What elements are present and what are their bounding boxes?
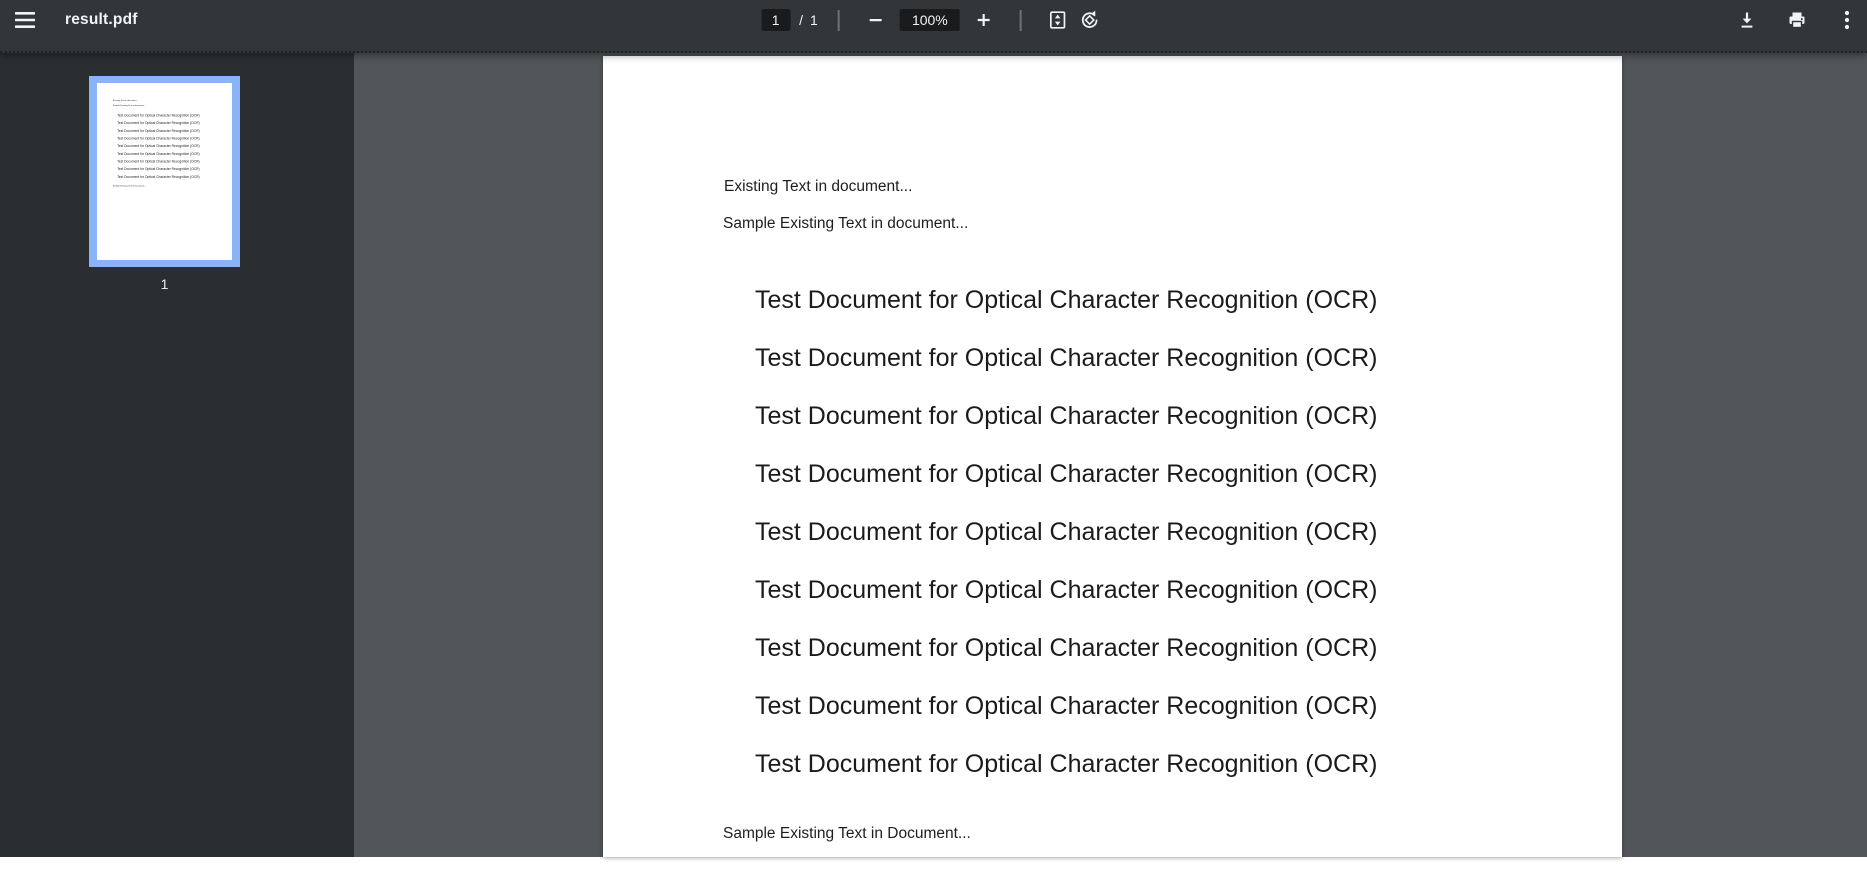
ocr-line: Test Document for Optical Character Reco… (755, 401, 1378, 430)
ocr-line: Test Document for Optical Character Reco… (117, 144, 200, 148)
ocr-line: Test Document for Optical Character Reco… (755, 343, 1378, 372)
hamburger-menu-icon (15, 12, 35, 28)
toolbar: result.pdf / 1 100% (0, 0, 1867, 53)
thumbnail-page-number: 1 (160, 276, 169, 292)
minus-icon (869, 19, 882, 22)
more-options-button[interactable] (1831, 4, 1863, 36)
toolbar-left-group: result.pdf (0, 4, 138, 36)
rotate-counterclockwise-icon (1082, 10, 1098, 28)
ocr-line: Test Document for Optical Character Reco… (755, 691, 1378, 720)
download-button[interactable] (1731, 4, 1763, 36)
main-area: Existing Text in document... Sample Exis… (0, 53, 1867, 857)
fit-to-page-icon (1050, 11, 1066, 29)
ocr-line: Test Document for Optical Character Reco… (117, 159, 200, 164)
ocr-line: Test Document for Optical Character Reco… (117, 151, 200, 156)
doc-repeated-lines: Test Document for Optical Character Reco… (755, 271, 1377, 793)
ocr-line: Test Document for Optical Character Reco… (117, 136, 200, 141)
zoom-in-button[interactable] (968, 4, 1000, 36)
zoom-out-button[interactable] (860, 4, 892, 36)
document-title: result.pdf (65, 11, 138, 28)
pdf-viewer-window: result.pdf / 1 100% (0, 0, 1867, 889)
print-button[interactable] (1781, 4, 1813, 36)
doc-intro-line: Existing Text in document... (724, 178, 913, 195)
plus-icon (977, 14, 990, 26)
zoom-level-value[interactable]: 100% (899, 9, 960, 31)
ocr-line: Test Document for Optical Character Reco… (755, 517, 1378, 546)
ocr-line: Test Document for Optical Character Reco… (117, 121, 200, 125)
bottom-white-strip (0, 857, 1867, 889)
doc-intro-line: Existing Text in document... (113, 99, 138, 102)
doc-intro-line: Sample Existing Text in document... (112, 104, 146, 107)
toolbar-right-group (1713, 0, 1863, 40)
doc-intro-line: Sample Existing Text in document... (723, 215, 969, 232)
page-thumbnail[interactable]: Existing Text in document... Sample Exis… (89, 76, 240, 292)
ocr-line: Test Document for Optical Character Reco… (117, 167, 200, 171)
toolbar-center-group: / 1 100% (761, 0, 1106, 40)
ocr-line: Test Document for Optical Character Reco… (755, 633, 1378, 662)
ocr-line: Test Document for Optical Character Reco… (755, 285, 1378, 314)
ocr-line: Test Document for Optical Character Reco… (117, 128, 200, 133)
pdf-page: Existing Text in document... Sample Exis… (603, 56, 1622, 857)
thumbnail-doc-content: Existing Text in document... Sample Exis… (97, 83, 232, 260)
doc-repeated-lines: Test Document for Optical Character Reco… (117, 111, 199, 180)
page-number-input[interactable] (761, 9, 791, 31)
more-vertical-dots-icon (1844, 10, 1850, 30)
download-icon (1741, 12, 1753, 28)
rotate-button[interactable] (1074, 4, 1106, 36)
thumbnail-selection-highlight: Existing Text in document... Sample Exis… (89, 76, 240, 267)
pdf-page-content: Existing Text in document... Sample Exis… (603, 56, 1622, 857)
page-count-label: 1 (810, 12, 818, 28)
thumbnail-sidebar: Existing Text in document... Sample Exis… (0, 53, 354, 857)
ocr-line: Test Document for Optical Character Reco… (755, 749, 1378, 778)
fit-to-page-button[interactable] (1042, 4, 1074, 36)
ocr-line: Test Document for Optical Character Reco… (755, 459, 1378, 488)
doc-closing-line: Sample Existing Text in Document... (112, 184, 146, 188)
ocr-line: Test Document for Optical Character Reco… (117, 174, 200, 179)
document-viewport[interactable]: Existing Text in document... Sample Exis… (354, 53, 1867, 857)
print-icon (1789, 12, 1805, 29)
doc-closing-line: Sample Existing Text in Document... (723, 825, 971, 842)
ocr-line: Test Document for Optical Character Reco… (117, 113, 200, 118)
ocr-line: Test Document for Optical Character Reco… (755, 575, 1378, 604)
page-separator-label: / (799, 12, 804, 28)
toolbar-divider (1019, 9, 1022, 31)
menu-button[interactable] (9, 4, 41, 36)
toolbar-divider (837, 9, 840, 31)
thumbnail-page-preview: Existing Text in document... Sample Exis… (97, 83, 232, 260)
